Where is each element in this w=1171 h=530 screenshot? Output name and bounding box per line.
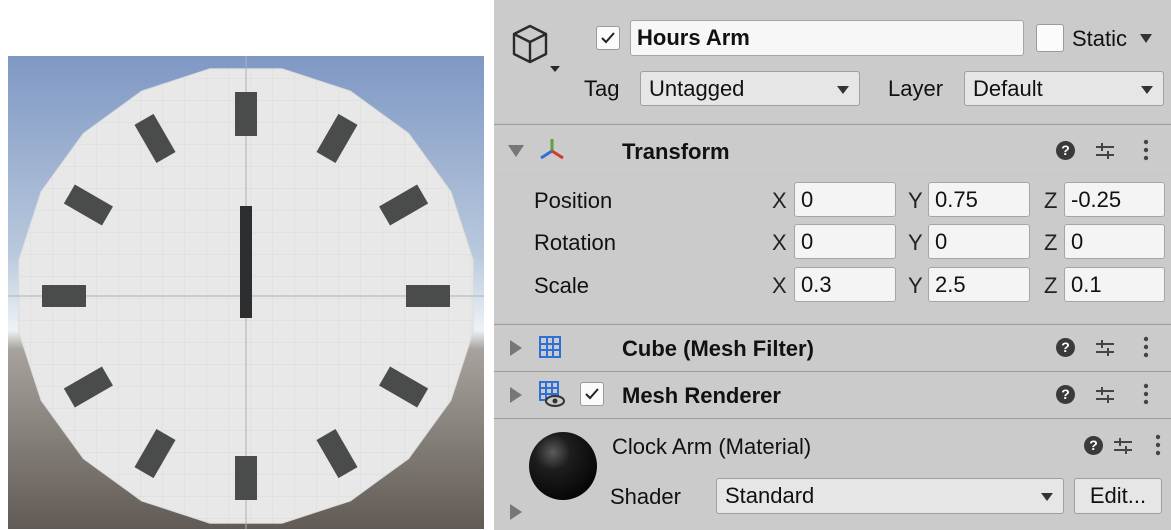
active-checkbox[interactable] <box>596 26 620 50</box>
tag-label: Tag <box>584 76 620 101</box>
hour-marker <box>406 285 450 307</box>
rotation-y-field[interactable]: 0 <box>928 224 1030 259</box>
static-checkbox[interactable] <box>1036 24 1064 52</box>
hour-marker <box>42 285 86 307</box>
axis-y-label[interactable]: Y <box>908 269 923 302</box>
mesh-renderer-icon <box>539 381 565 407</box>
transform-title: Transform <box>622 139 730 164</box>
axis-x-label[interactable]: X <box>772 184 787 217</box>
help-icon[interactable]: ? <box>1056 385 1075 404</box>
foldout-collapsed-icon[interactable] <box>510 504 522 520</box>
inspector-panel: Hours Arm Static Tag Untagged Layer Defa… <box>494 0 1171 530</box>
static-dropdown-icon[interactable] <box>1140 34 1152 43</box>
tag-value: Untagged <box>649 76 745 101</box>
hours-arm[interactable] <box>240 206 252 318</box>
tag-dropdown[interactable]: Untagged <box>640 71 860 106</box>
position-y-field[interactable]: 0.75 <box>928 182 1030 217</box>
axis-z-label[interactable]: Z <box>1044 226 1057 259</box>
preset-sliders-icon[interactable] <box>1112 435 1134 457</box>
gameobject-cube-icon[interactable] <box>510 22 564 78</box>
position-label: Position <box>534 188 613 213</box>
axis-z-label[interactable]: Z <box>1044 269 1057 302</box>
scale-z-field[interactable]: 0.1 <box>1064 267 1165 302</box>
preset-sliders-icon[interactable] <box>1094 384 1116 406</box>
scene-view[interactable] <box>8 56 484 529</box>
material-section: Clock Arm (Material) ? Shader Standard E… <box>494 418 1171 530</box>
mesh-filter-grid-icon <box>539 336 561 358</box>
layer-label: Layer <box>888 76 944 101</box>
axis-x-label[interactable]: X <box>772 226 787 259</box>
mesh-filter-header[interactable]: Cube (Mesh Filter) ? <box>494 324 1171 371</box>
checkmark-icon <box>601 32 615 44</box>
foldout-expanded-icon[interactable] <box>508 145 524 157</box>
static-label: Static <box>1072 26 1128 51</box>
preset-sliders-icon[interactable] <box>1094 140 1116 162</box>
foldout-collapsed-icon[interactable] <box>510 340 522 356</box>
shader-dropdown[interactable]: Standard <box>716 478 1064 514</box>
hour-marker <box>235 92 257 136</box>
scene-canvas[interactable] <box>8 56 484 529</box>
edit-shader-button[interactable]: Edit... <box>1074 478 1162 514</box>
axis-y-label[interactable]: Y <box>908 184 923 217</box>
mesh-filter-title: Cube (Mesh Filter) <box>622 336 814 361</box>
position-z-field[interactable]: -0.25 <box>1064 182 1165 217</box>
help-icon[interactable]: ? <box>1056 141 1075 160</box>
scale-y-field[interactable]: 2.5 <box>928 267 1030 302</box>
chevron-down-icon <box>1041 493 1053 501</box>
mesh-renderer-title: Mesh Renderer <box>622 383 781 408</box>
mesh-renderer-header[interactable]: Mesh Renderer ? <box>494 371 1171 418</box>
layer-dropdown[interactable]: Default <box>964 71 1164 106</box>
transform-body: Position X 0 Y 0.75 Z -0.25 Rotation X 0… <box>494 176 1171 322</box>
kebab-menu-icon[interactable] <box>1154 433 1162 457</box>
axis-y-label[interactable]: Y <box>908 226 923 259</box>
mesh-renderer-enabled-checkbox[interactable] <box>580 382 604 406</box>
foldout-collapsed-icon[interactable] <box>510 387 522 403</box>
hour-marker <box>235 456 257 500</box>
shader-value: Standard <box>725 483 815 508</box>
axis-z-label[interactable]: Z <box>1044 184 1057 217</box>
transform-icon <box>540 139 564 160</box>
scale-label: Scale <box>534 273 590 298</box>
chevron-down-icon <box>1141 86 1153 94</box>
rotation-z-field[interactable]: 0 <box>1064 224 1165 259</box>
shader-label: Shader <box>610 484 681 509</box>
rotation-label: Rotation <box>534 230 616 255</box>
axis-x-label[interactable]: X <box>772 269 787 302</box>
position-x-field[interactable]: 0 <box>794 182 896 217</box>
help-icon[interactable]: ? <box>1084 436 1103 455</box>
transform-header[interactable]: Transform ? <box>494 124 1171 175</box>
checkmark-icon <box>585 388 599 400</box>
layer-value: Default <box>973 76 1043 101</box>
rotation-x-field[interactable]: 0 <box>794 224 896 259</box>
object-name-input[interactable]: Hours Arm <box>630 20 1024 56</box>
kebab-menu-icon[interactable] <box>1142 382 1150 406</box>
kebab-menu-icon[interactable] <box>1142 335 1150 359</box>
preset-sliders-icon[interactable] <box>1094 337 1116 359</box>
chevron-down-icon <box>837 86 849 94</box>
kebab-menu-icon[interactable] <box>1142 138 1150 162</box>
material-sphere-preview[interactable] <box>528 431 598 501</box>
help-icon[interactable]: ? <box>1056 338 1075 357</box>
scale-x-field[interactable]: 0.3 <box>794 267 896 302</box>
object-header: Hours Arm Static Tag Untagged Layer Defa… <box>494 0 1171 122</box>
material-name: Clock Arm (Material) <box>612 434 812 459</box>
